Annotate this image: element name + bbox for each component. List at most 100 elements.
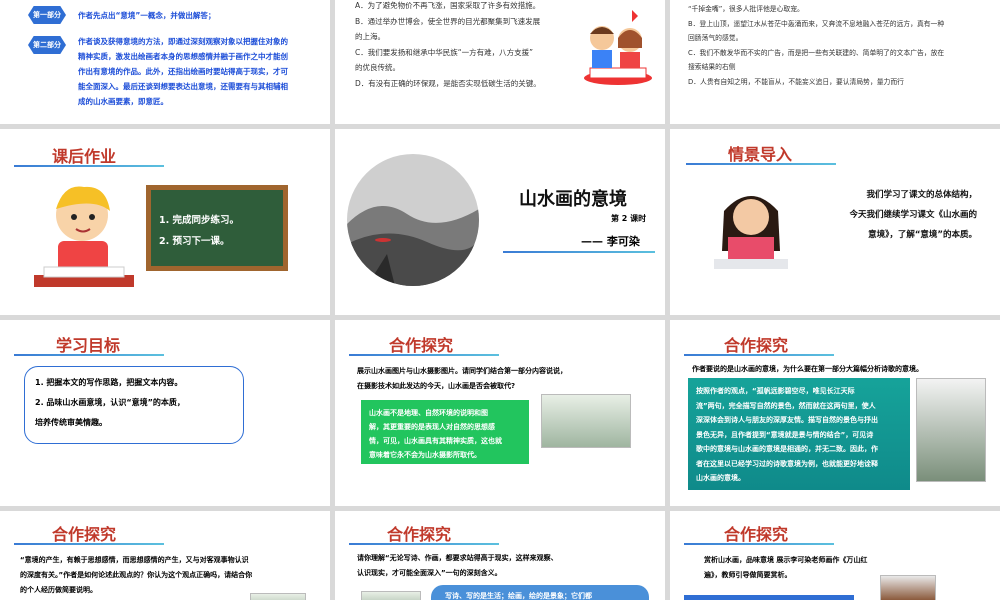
wanshan-painting-image bbox=[880, 575, 936, 600]
poetry-painting-image bbox=[916, 378, 986, 482]
answer-box: 按照作者的观点，“孤帆远影碧空尽，唯见长江天际 流”两句，完全描写自然的景色，然… bbox=[688, 378, 910, 490]
part2-line: 成的山水画要素，即意匠。 bbox=[78, 97, 168, 106]
blue-banner bbox=[684, 595, 854, 600]
slide-cooperative-1[interactable]: 合作探究 展示山水画图片与山水摄影图片。请同学们结合第一部分内容说说， 在摄影技… bbox=[335, 320, 665, 506]
answer-box: 山水画不是地理、自然环境的说明和图 解，其更重要的是表现人对自然的思想感 情，可… bbox=[361, 400, 529, 464]
option-line: 的上海。 bbox=[355, 32, 385, 41]
sentence-line: 搜索结果的右侧 bbox=[688, 63, 736, 71]
reading-kids-illustration bbox=[584, 10, 652, 85]
answer-line: 歌中的意境与山水画的意境是相通的，并无二致。因此，作 bbox=[696, 445, 878, 453]
answer-line: 情，可见，山水画具有其精神实质，这也就 bbox=[369, 437, 502, 445]
option-line: C．我们要发扬和继承中华民族“一方有难，八方支援” bbox=[355, 47, 534, 57]
answer-line: 按照作者的观点，“孤帆远影碧空尽，唯见长江天际 bbox=[696, 387, 855, 395]
landscape-painting-image bbox=[541, 394, 631, 448]
part2-line: 能全面深入。最后还谈到想要表达出意境，还需要有与其相辅相 bbox=[78, 82, 288, 91]
task-list: 1. 完成同步练习。 2. 预习下一课。 bbox=[159, 210, 239, 252]
lesson-title: 山水画的意境 bbox=[519, 189, 627, 210]
slide-title: 合作探究 bbox=[387, 525, 452, 544]
slide-title: 合作探究 bbox=[389, 336, 454, 355]
slide-title-cover[interactable]: 山水画的意境 第 2 课时 —— 李可染 bbox=[335, 129, 665, 315]
slide-title: 情景导入 bbox=[728, 145, 793, 164]
thinking-girl-illustration bbox=[714, 196, 788, 269]
objectives-list: 1. 把握本文的写作思路，把握文本内容。 2. 品味山水画意境，认识“意境”的本… bbox=[35, 373, 185, 433]
question-text: 赏析山水画，品味意境 展示李可染老师画作《万山红 遍》，教师引导做简要赏析。 bbox=[704, 553, 867, 583]
answer-line: 深深体会到诗人与朋友的深厚友情。描写自然的景色与抒出 bbox=[696, 416, 878, 424]
answer-pill-text: 写诗、写的是生活；绘画，绘的是景象；它们都 bbox=[445, 592, 592, 600]
slide-scenario[interactable]: 情景导入 我们学习了课文的总体结构， 今天我们继续学习课文《山水画的 意境》，了… bbox=[670, 129, 1000, 315]
slide-cooperative-3[interactable]: 合作探究 “意境的产生，有赖于思想感情，而思想感情的产生，又与对客观事物认识 的… bbox=[0, 511, 330, 600]
scenario-line: 意境》，了解“意境”的本质。 bbox=[868, 230, 977, 240]
scenario-line: 我们学习了课文的总体结构， bbox=[866, 190, 977, 200]
sentence-line: D．人贵有自知之明，不能盲从，不能妄义追日，要认清局势，量力而行 bbox=[688, 77, 904, 86]
task-item: 1. 完成同步练习。 bbox=[159, 215, 240, 226]
question-text: 请你理解“无论写诗、作画，都要求站得高于现实，这样来观察、 认识现实，才可能全面… bbox=[357, 551, 558, 581]
objective-item: 1. 把握本文的写作思路，把握文本内容。 bbox=[35, 378, 183, 387]
sentence-list: “千掉金嘴”，很多人批评他是心取宠。 B．登上山顶，遥望江水从苍茫中轰涌而来，又… bbox=[688, 2, 944, 89]
lesson-author: —— 李可染 bbox=[581, 235, 640, 248]
objective-item: 培养传统审美情趣。 bbox=[35, 418, 107, 427]
scenario-text: 我们学习了课文的总体结构， 今天我们继续学习课文《山水画的 意境》，了解“意境”… bbox=[812, 185, 977, 245]
part2-line: 作者谈及获得意境的方法，即通过深刻观察对象以把握住对象的 bbox=[78, 37, 288, 46]
part2-text: 作者谈及获得意境的方法，即通过深刻观察对象以把握住对象的 精神实质，激发出绘画者… bbox=[78, 34, 288, 109]
answer-line: 山水画不是地理、自然环境的说明和图 bbox=[369, 409, 488, 417]
title-underline bbox=[684, 354, 834, 356]
answer-line: 解，其更重要的是表现人对自然的思想感 bbox=[369, 423, 495, 431]
part2-badge: 第二部分 bbox=[28, 36, 66, 54]
title-underline bbox=[686, 163, 836, 165]
part2-line: 精神实质，激发出绘画者本身的思想感情并融于画作之中才能创 bbox=[78, 52, 288, 61]
question-text: 作者要说的是山水画的意境，为什么要在第一部分大篇幅分析诗歌的意境。 bbox=[692, 365, 923, 373]
task-item: 2. 预习下一课。 bbox=[159, 236, 230, 247]
answer-line: 景色无异，且作者提到“意境就是景与情的结合”，可见诗 bbox=[696, 430, 874, 439]
option-list: A．为了避免物价不再飞涨，国家采取了许多有效措施。 B．通过举办世博会，使全世界… bbox=[355, 0, 541, 91]
slide-homework[interactable]: 课后作业 1. 完成同步练习。 2. 预习下一课。 bbox=[0, 129, 330, 315]
question-line: 认识现实，才可能全面深入”一句的深刻含义。 bbox=[357, 569, 502, 577]
objectives-box: 1. 把握本文的写作思路，把握文本内容。 2. 品味山水画意境，认识“意境”的本… bbox=[24, 366, 244, 444]
slide-sentence-options[interactable]: “千掉金嘴”，很多人批评他是心取宠。 B．登上山顶，遥望江水从苍茫中轰涌而来，又… bbox=[670, 0, 1000, 124]
title-underline bbox=[684, 543, 834, 545]
answer-pill: 写诗、写的是生活；绘画，绘的是景象；它们都 bbox=[431, 585, 649, 600]
option-line: D．有没有正确的环保观，是能否实现低碳生活的关键。 bbox=[355, 78, 541, 88]
scenario-line: 今天我们继续学习课文《山水画的 bbox=[849, 210, 977, 220]
sentence-line: B．登上山顶，遥望江水从苍茫中轰涌而来，又奔流不息地融入苍茫的远方，真有一种 bbox=[688, 19, 945, 28]
title-underline bbox=[349, 354, 499, 356]
sentence-line: 回肠荡气的感觉。 bbox=[688, 34, 743, 42]
answer-line: 者在这里以已经学习过的诗歌意境为例，也就能更好地诠释 bbox=[696, 459, 878, 468]
question-text: 展示山水画图片与山水摄影图片。请同学们结合第一部分内容说说， 在摄影技术如此发达… bbox=[357, 364, 567, 394]
title-underline bbox=[503, 251, 655, 253]
part2-line: 作出有意境的作品。此外，还指出绘画时要站得高于现实，才可 bbox=[78, 67, 288, 76]
sentence-line: C．我们不散发华而不实的广告，而是把一些有关联建的、简单明了的文本广告，放在 bbox=[688, 48, 945, 57]
part1-badge: 第一部分 bbox=[28, 6, 66, 24]
chalkboard: 1. 完成同步练习。 2. 预习下一课。 bbox=[146, 185, 288, 271]
slide-title: 学习目标 bbox=[56, 336, 121, 355]
question-line: 在摄影技术如此发达的今天，山水画是否会被取代? bbox=[357, 382, 516, 390]
objective-item: 2. 品味山水画意境，认识“意境”的本质， bbox=[35, 398, 185, 407]
slide-title: 合作探究 bbox=[52, 525, 117, 544]
option-line: A．为了避免物价不再飞涨，国家采取了许多有效措施。 bbox=[355, 1, 541, 10]
slide-objectives[interactable]: 学习目标 1. 把握本文的写作思路，把握文本内容。 2. 品味山水画意境，认识“… bbox=[0, 320, 330, 506]
slide-cooperative-4[interactable]: 合作探究 请你理解“无论写诗、作画，都要求站得高于现实，这样来观察、 认识现实，… bbox=[335, 511, 665, 600]
answer-line: 流”两句，完全描写自然的景色，然而就在这两句里，使人 bbox=[696, 401, 876, 410]
slide-title: 合作探究 bbox=[724, 525, 789, 544]
question-line: 赏析山水画，品味意境 展示李可染老师画作《万山红 bbox=[704, 556, 868, 564]
title-underline bbox=[349, 543, 499, 545]
option-line: B．通过举办世博会，使全世界的目光都聚集到飞速发展 bbox=[355, 16, 541, 26]
ink-landscape-circle bbox=[347, 154, 479, 286]
lesson-number: 第 2 课时 bbox=[611, 214, 647, 223]
slide-title: 课后作业 bbox=[52, 147, 117, 166]
question-line: 请你理解“无论写诗、作画，都要求站得高于现实，这样来观察、 bbox=[357, 554, 558, 562]
answer-line: 山水画的意境。 bbox=[696, 474, 745, 482]
slide-part-summary[interactable]: 第一部分 作者先点出“意境”一概念，并做出解答； 第二部分 作者谈及获得意境的方… bbox=[0, 0, 330, 124]
sentence-line: “千掉金嘴”，很多人批评他是心取宠。 bbox=[688, 5, 804, 13]
slide-cooperative-2[interactable]: 合作探究 作者要说的是山水画的意境，为什么要在第一部分大篇幅分析诗歌的意境。 按… bbox=[670, 320, 1000, 506]
question-line: 的深度有关。”作者是如何论述此观点的？你认为这个观点正确吗，请结合你 bbox=[20, 571, 253, 579]
title-underline bbox=[14, 165, 164, 167]
question-line: 展示山水画图片与山水摄影图片。请同学们结合第一部分内容说说， bbox=[357, 367, 567, 375]
question-line: 遍》，教师引导做简要赏析。 bbox=[704, 571, 792, 579]
part1-text: 作者先点出“意境”一概念，并做出解答； bbox=[78, 11, 216, 20]
slide-title: 合作探究 bbox=[724, 336, 789, 355]
slide-cooperative-5[interactable]: 合作探究 赏析山水画，品味意境 展示李可染老师画作《万山红 遍》，教师引导做简要… bbox=[670, 511, 1000, 600]
question-line: 的个人经历做简要说明。 bbox=[20, 586, 97, 594]
painting-thumbnail bbox=[250, 593, 306, 600]
painting-thumbnail bbox=[361, 591, 421, 600]
slide-options[interactable]: A．为了避免物价不再飞涨，国家采取了许多有效措施。 B．通过举办世博会，使全世界… bbox=[335, 0, 665, 124]
